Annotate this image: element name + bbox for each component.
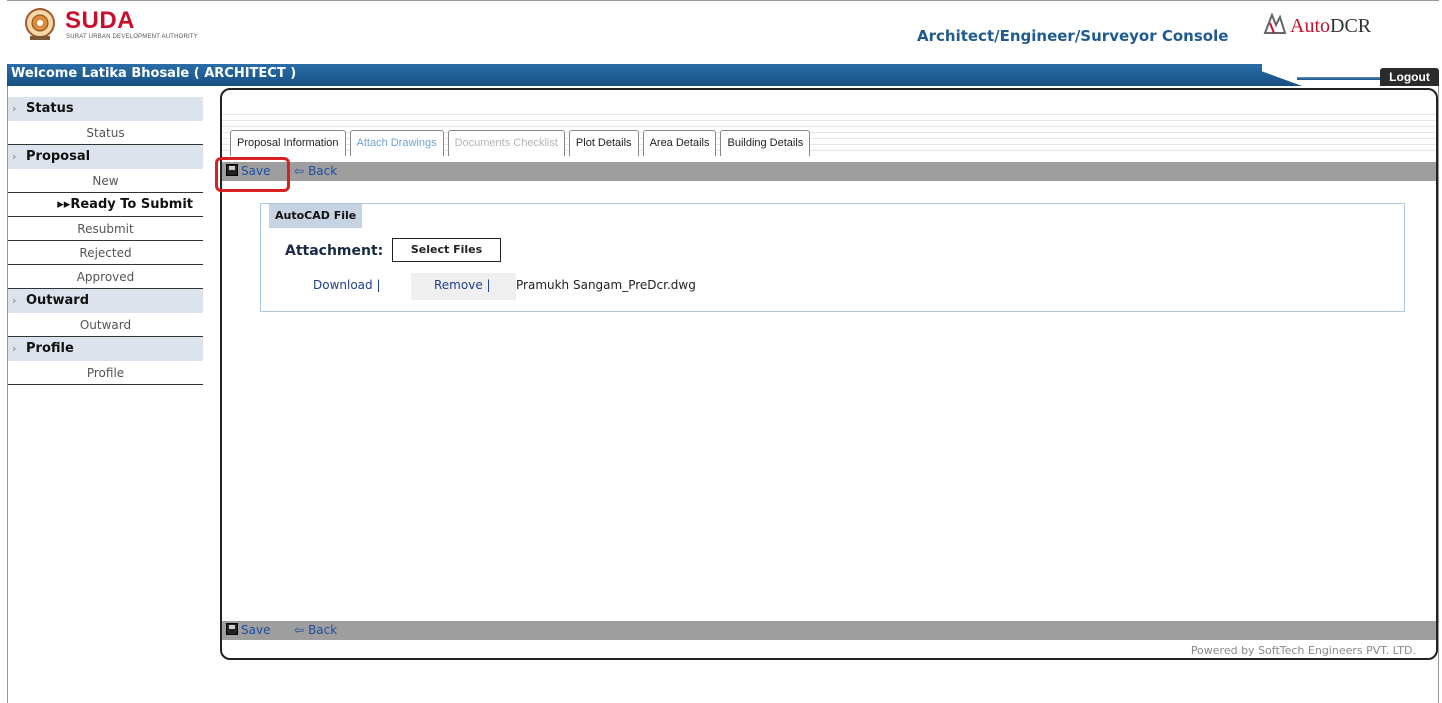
- logout-button[interactable]: Logout: [1380, 68, 1439, 86]
- back-arrow-icon: ⇦: [294, 164, 305, 178]
- section-title: AutoCAD File: [269, 204, 363, 228]
- download-link[interactable]: Download |: [313, 278, 381, 292]
- save-disk-icon: [226, 623, 238, 635]
- sidebar-item-profile[interactable]: Profile: [8, 361, 203, 385]
- remove-link[interactable]: Remove |: [434, 278, 491, 292]
- welcome-bar-line: [1297, 77, 1385, 80]
- save-button-bottom[interactable]: Save: [226, 622, 270, 639]
- back-button-bottom[interactable]: ⇦ Back: [294, 622, 337, 639]
- welcome-bar: Welcome Latika Bhosale ( ARCHITECT ) Log…: [7, 64, 1439, 86]
- welcome-bar-tail: [1242, 64, 1302, 86]
- header: SUDA SURAT URBAN DEVELOPMENT AUTHORITY A…: [7, 0, 1439, 64]
- tab-bar: Proposal Information Attach Drawings Doc…: [230, 130, 814, 156]
- sidebar-item-ready-to-submit[interactable]: ▸▸Ready To Submit: [8, 193, 203, 217]
- chevron-right-icon: ›: [12, 102, 17, 115]
- autodcr-logo-icon: [1263, 12, 1287, 34]
- chevron-right-icon: ›: [12, 150, 17, 163]
- sidebar-group-proposal[interactable]: › Proposal: [8, 145, 203, 169]
- suda-logo-subtitle: SURAT URBAN DEVELOPMENT AUTHORITY: [66, 34, 198, 40]
- back-arrow-icon: ⇦: [294, 623, 305, 637]
- top-toolbar: Save ⇦ Back: [222, 162, 1436, 181]
- select-files-button[interactable]: Select Files: [392, 238, 501, 262]
- console-title: Architect/Engineer/Surveyor Console: [917, 27, 1229, 45]
- sidebar-group-status[interactable]: › Status: [8, 97, 203, 121]
- tab-building-details[interactable]: Building Details: [720, 130, 811, 156]
- chevron-right-icon: ›: [12, 342, 17, 355]
- powered-by-footer: Powered by SoftTech Engineers PVT. LTD.: [1190, 644, 1416, 657]
- tab-attach-drawings[interactable]: Attach Drawings: [349, 130, 444, 156]
- sidebar-item-rejected[interactable]: Rejected: [8, 241, 203, 265]
- chevron-right-icon: ›: [12, 294, 17, 307]
- save-highlight-box: [215, 157, 290, 192]
- autodcr-logo-text: AutoDCR: [1290, 15, 1372, 37]
- sidebar-item-resubmit[interactable]: Resubmit: [8, 217, 203, 241]
- attached-file-name: Pramukh Sangam_PreDcr.dwg: [516, 278, 696, 292]
- tab-plot-details[interactable]: Plot Details: [568, 130, 639, 156]
- attached-file-row: Download | Remove | Pramukh Sangam_PreDc…: [261, 273, 1404, 300]
- autocad-file-section: AutoCAD File Attachment: Select Files Do…: [260, 203, 1405, 312]
- sidebar-item-approved[interactable]: Approved: [8, 265, 203, 289]
- attachment-label: Attachment:: [285, 243, 384, 259]
- tab-area-details[interactable]: Area Details: [642, 130, 717, 156]
- sidebar-group-profile[interactable]: › Profile: [8, 337, 203, 361]
- double-chevron-icon: ▸▸: [57, 197, 71, 212]
- welcome-text: Welcome Latika Bhosale ( ARCHITECT ): [11, 66, 297, 81]
- tab-documents-checklist[interactable]: Documents Checklist: [447, 130, 565, 156]
- bottom-toolbar: Save ⇦ Back: [222, 621, 1436, 640]
- back-button[interactable]: ⇦ Back: [294, 163, 337, 180]
- sidebar-item-status[interactable]: Status: [8, 121, 203, 145]
- sidebar-item-new[interactable]: New: [8, 169, 203, 193]
- suda-logo-text: SUDA: [65, 7, 136, 34]
- sidebar-item-outward[interactable]: Outward: [8, 313, 203, 337]
- main-panel: Proposal Information Attach Drawings Doc…: [220, 88, 1438, 660]
- sidebar-group-outward[interactable]: › Outward: [8, 289, 203, 313]
- tab-proposal-information[interactable]: Proposal Information: [230, 130, 346, 156]
- suda-emblem-icon: [25, 8, 55, 40]
- sidebar-menu: › Status Status › Proposal New ▸▸Ready To …: [8, 97, 203, 385]
